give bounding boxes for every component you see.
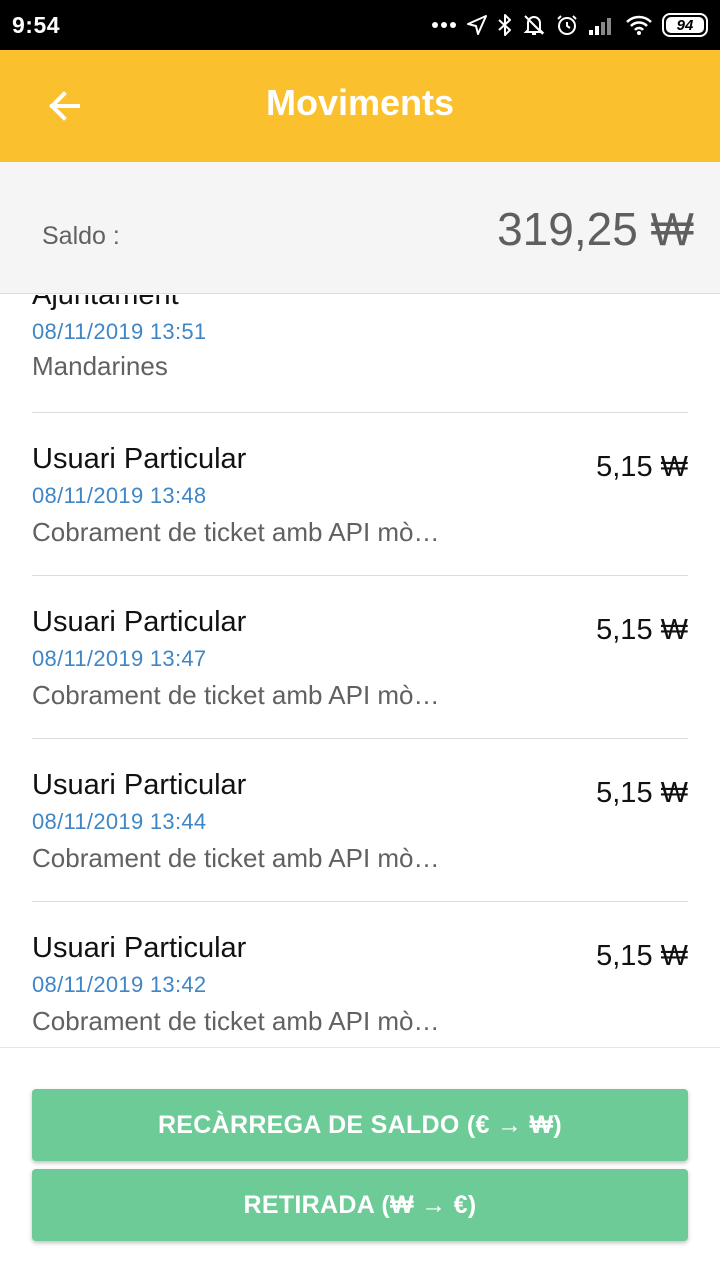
transaction-date: 08/11/2019 13:48 <box>32 483 207 508</box>
more-dots-icon <box>431 21 457 29</box>
transaction-list[interactable]: Ajuntament 08/11/2019 13:51 Mandarines U… <box>0 295 720 1047</box>
transaction-date: 08/11/2019 13:47 <box>32 646 207 671</box>
transaction-amount: 5,15 ₩ <box>596 451 688 483</box>
transaction-amount: 5,15 ₩ <box>596 614 688 646</box>
transaction-item[interactable]: Ajuntament 08/11/2019 13:51 Mandarines <box>32 295 688 413</box>
app-bar: Moviments <box>0 50 720 162</box>
recharge-balance-button[interactable]: RECÀRREGA DE SALDO (€ → ₩) <box>32 1089 688 1161</box>
transaction-date: 08/11/2019 13:44 <box>32 809 207 834</box>
transaction-name: Usuari Particular <box>32 769 247 801</box>
bluetooth-icon <box>497 13 513 37</box>
signal-icon <box>588 14 616 36</box>
transaction-item[interactable]: Usuari Particular 08/11/2019 13:44 Cobra… <box>32 739 688 902</box>
wifi-icon <box>625 14 653 36</box>
status-bar: 9:54 94 <box>0 0 720 50</box>
transaction-name: Usuari Particular <box>32 443 247 475</box>
transaction-item[interactable]: Usuari Particular 08/11/2019 13:47 Cobra… <box>32 576 688 739</box>
transaction-amount: 5,15 ₩ <box>596 777 688 809</box>
transaction-item[interactable]: Usuari Particular 08/11/2019 13:48 Cobra… <box>32 413 688 576</box>
transaction-amount: 5,15 ₩ <box>596 940 688 972</box>
transaction-item[interactable]: Usuari Particular 08/11/2019 13:42 Cobra… <box>32 902 688 1047</box>
battery-icon: 94 <box>662 13 708 37</box>
status-icons: 94 <box>431 10 708 40</box>
transaction-name: Ajuntament <box>32 295 179 311</box>
transaction-name: Usuari Particular <box>32 606 247 638</box>
balance-value: 319,25 ₩ <box>497 203 694 255</box>
transaction-description: Cobrament de ticket amb API mò… <box>32 843 440 873</box>
transaction-name: Usuari Particular <box>32 932 247 964</box>
transaction-description: Cobrament de ticket amb API mò… <box>32 1006 440 1036</box>
alarm-icon <box>555 13 579 37</box>
action-bar: RECÀRREGA DE SALDO (€ → ₩) RETIRADA (₩ →… <box>0 1047 720 1280</box>
page-title: Moviments <box>265 82 455 123</box>
balance-label: Saldo : <box>42 222 120 250</box>
balance-panel: Saldo : 319,25 ₩ <box>0 162 720 294</box>
transaction-date: 08/11/2019 13:51 <box>32 319 207 344</box>
bell-off-icon <box>522 13 546 37</box>
transaction-description: Cobrament de ticket amb API mò… <box>32 517 440 547</box>
withdraw-button[interactable]: RETIRADA (₩ → €) <box>32 1169 688 1241</box>
status-time: 9:54 <box>12 12 61 38</box>
transaction-description: Cobrament de ticket amb API mò… <box>32 680 440 710</box>
battery-level: 94 <box>676 16 694 34</box>
transaction-description: Mandarines <box>32 351 168 381</box>
transaction-date: 08/11/2019 13:42 <box>32 972 207 997</box>
location-arrow-icon <box>466 14 488 36</box>
